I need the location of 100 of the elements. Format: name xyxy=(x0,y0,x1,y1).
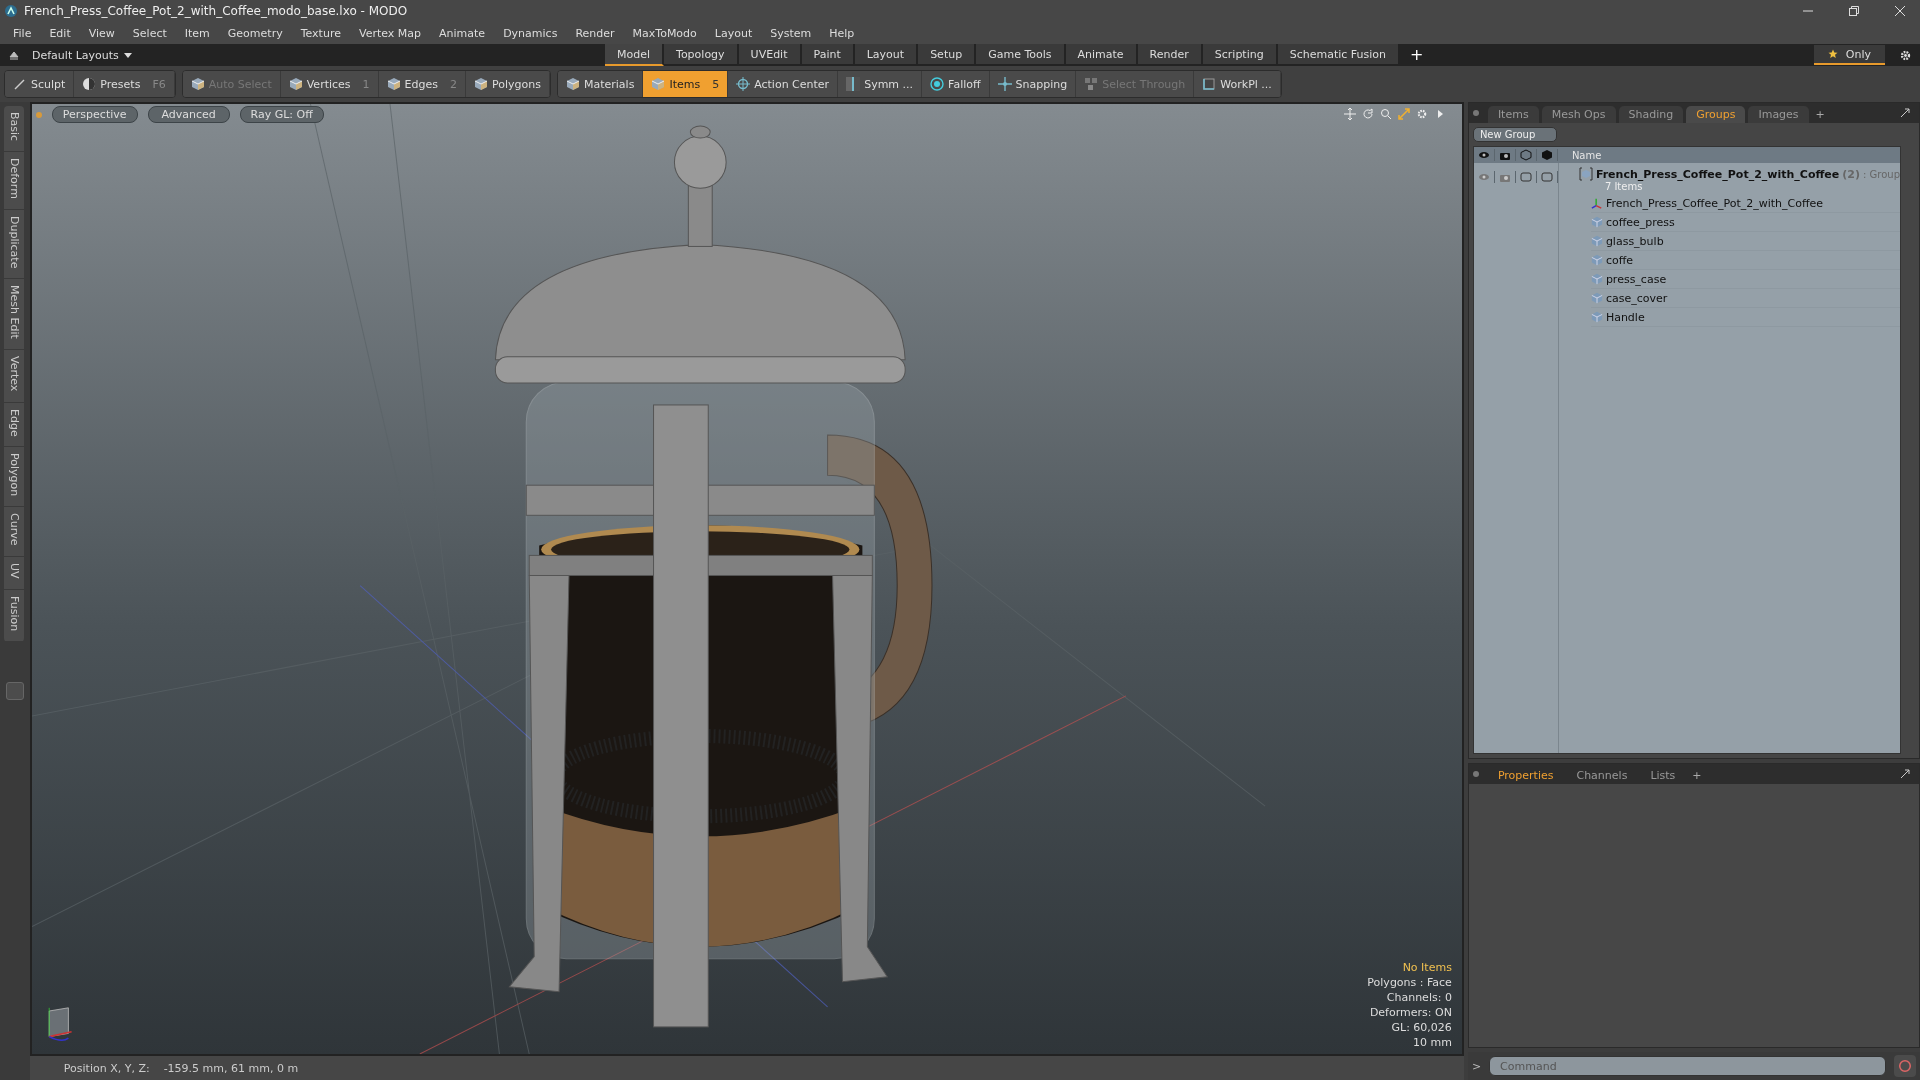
layout-tab[interactable]: Animate xyxy=(1065,44,1138,64)
viewport-info-text: Polygons : Face xyxy=(1367,975,1452,990)
cubes-icon xyxy=(1084,77,1099,91)
side-tab[interactable]: Curve xyxy=(4,507,24,557)
menu-item[interactable]: Render xyxy=(566,26,624,40)
move-icon[interactable] xyxy=(1343,108,1356,120)
menu-item[interactable]: Select xyxy=(123,26,176,40)
group-name[interactable]: French_Press_Coffee_Pot_2_with_Coffee xyxy=(1595,167,1840,181)
side-tab[interactable]: Basic xyxy=(4,106,24,153)
menu-item[interactable]: Edit xyxy=(40,26,80,40)
viewport-button[interactable]: Advanced xyxy=(147,106,230,123)
app-logo-icon xyxy=(4,4,18,18)
close-icon[interactable] xyxy=(1894,5,1906,17)
cube-icon xyxy=(386,77,401,91)
circle-icon xyxy=(1898,1059,1912,1073)
side-tab[interactable]: Polygon xyxy=(4,447,24,508)
side-tab[interactable]: Mesh Edit xyxy=(4,279,24,351)
layout-tab[interactable]: Setup xyxy=(918,44,977,64)
viewport-button[interactable]: Perspective xyxy=(51,106,138,123)
layout-tab[interactable]: Game Tools xyxy=(976,44,1066,64)
layout-tab[interactable]: Paint xyxy=(801,44,855,64)
collapse-icon[interactable] xyxy=(8,49,20,61)
panel-menu-icon[interactable] xyxy=(1472,110,1479,116)
viewport-info-text: Channels: 0 xyxy=(1386,990,1452,1005)
grid-icon xyxy=(1202,77,1217,91)
panel-tab[interactable]: Images xyxy=(1748,106,1809,123)
crosshair-icon xyxy=(736,77,751,91)
viewport-info-text: No Items xyxy=(1402,960,1452,975)
tree-item[interactable]: coffe xyxy=(1590,251,1900,270)
menu-item[interactable]: System xyxy=(761,26,821,40)
tree-item[interactable]: Handle xyxy=(1590,308,1900,327)
layout-tab[interactable]: Scripting xyxy=(1202,44,1278,64)
brush-icon xyxy=(13,77,27,91)
tree-item[interactable]: coffee_press xyxy=(1590,213,1900,232)
expand-icon[interactable] xyxy=(1899,768,1911,780)
menu-item[interactable]: MaxToModo xyxy=(623,26,706,40)
tree-item[interactable]: press_case xyxy=(1590,270,1900,289)
layout-tab[interactable]: Layout xyxy=(854,44,919,64)
new-group-button[interactable]: New Group xyxy=(1472,127,1557,142)
menu-item[interactable]: Dynamics xyxy=(494,26,567,40)
viewport-info-text: 10 mm xyxy=(1412,1035,1452,1050)
panel-tab[interactable]: Shading xyxy=(1618,106,1684,123)
menu-item[interactable]: Geometry xyxy=(218,26,292,40)
menu-item[interactable]: Animate xyxy=(430,26,495,40)
panel-menu-icon[interactable] xyxy=(1472,771,1479,777)
tree-item[interactable]: glass_bulb xyxy=(1590,232,1900,251)
group-icon xyxy=(1578,167,1593,181)
cube-icon xyxy=(651,77,666,91)
status-dot-icon xyxy=(35,111,42,118)
layout-tab[interactable]: Schematic Fusion xyxy=(1277,44,1401,64)
side-tab[interactable]: Fusion xyxy=(4,589,24,642)
settings-icon[interactable] xyxy=(1899,48,1912,62)
menu-item[interactable]: Layout xyxy=(705,26,762,40)
menu-item[interactable]: Texture xyxy=(291,26,350,40)
cube-icon xyxy=(288,77,303,91)
only-button[interactable]: Only xyxy=(1813,45,1885,65)
side-tab[interactable]: UV xyxy=(4,556,24,590)
square-button[interactable] xyxy=(6,681,24,700)
group-count: (2) xyxy=(1842,167,1860,181)
panel-tab[interactable]: Groups xyxy=(1686,106,1746,123)
menu-item[interactable]: View xyxy=(79,26,124,40)
panel-tab[interactable]: Mesh Ops xyxy=(1541,106,1616,123)
side-tab[interactable]: Vertex xyxy=(4,350,24,403)
tool-button[interactable]: Items 5 xyxy=(643,71,729,97)
tree-item[interactable]: case_cover xyxy=(1590,289,1900,308)
panel-tab[interactable]: Channels xyxy=(1566,767,1638,784)
panel-tab[interactable]: Items xyxy=(1487,106,1539,123)
menu-item[interactable]: Vertex Map xyxy=(349,26,431,40)
side-tab[interactable]: Duplicate xyxy=(4,210,24,280)
menu-item[interactable]: Help xyxy=(820,26,864,40)
command-field[interactable]: Command xyxy=(1489,1056,1886,1076)
panel-tab[interactable]: Properties xyxy=(1487,767,1564,784)
add-tab-button[interactable]: + xyxy=(1688,767,1706,784)
restore-icon[interactable] xyxy=(1848,5,1860,17)
side-tab[interactable]: Deform xyxy=(4,152,24,210)
tool-button[interactable]: Materials xyxy=(557,71,644,97)
layouts-dropdown[interactable]: Default Layouts xyxy=(32,48,132,62)
panel-tab[interactable]: Lists xyxy=(1640,767,1686,784)
menu-item[interactable]: File xyxy=(4,26,41,40)
rotate-icon[interactable] xyxy=(1361,108,1374,120)
side-tab[interactable]: Edge xyxy=(4,402,24,448)
viewport-button[interactable]: Ray GL: Off xyxy=(239,106,324,123)
viewport[interactable]: Perspective Advanced Ray GL: Off No Items Polygons : Face Channels: 0 Deformers: ON GL: 60,026 10 mm xyxy=(29,102,1464,1056)
menu-item[interactable]: Item xyxy=(175,26,219,40)
zoom-icon[interactable] xyxy=(1379,108,1392,120)
command-prompt: > xyxy=(1471,1059,1482,1073)
group-type: : Group xyxy=(1863,168,1900,180)
tool-button[interactable]: Sculpt xyxy=(5,71,75,97)
cube-icon xyxy=(190,77,205,91)
layout-tab[interactable]: Render xyxy=(1137,44,1203,64)
falloff-icon xyxy=(930,77,945,91)
column-header[interactable]: Name xyxy=(1571,149,1602,161)
add-tab-button[interactable]: + xyxy=(1400,44,1434,64)
add-tab-button[interactable]: + xyxy=(1811,106,1829,123)
record-button[interactable] xyxy=(1894,1055,1916,1077)
tree-item[interactable]: French_Press_Coffee_Pot_2_with_Coffee xyxy=(1590,194,1900,213)
layout-tab[interactable]: UVEdit xyxy=(738,44,802,64)
layout-tab[interactable]: Model xyxy=(605,44,665,66)
layout-tab[interactable]: Topology xyxy=(664,44,739,64)
expand-icon[interactable] xyxy=(1899,107,1911,119)
